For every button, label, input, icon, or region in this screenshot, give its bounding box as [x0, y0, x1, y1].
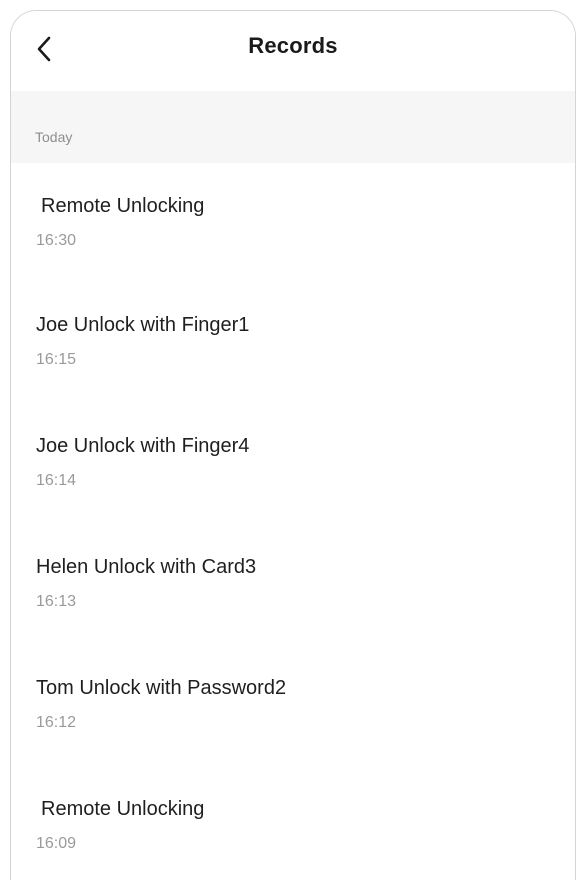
record-item[interactable]: Helen Unlock with Card3 16:13	[11, 524, 575, 645]
record-title: Tom Unlock with Password2	[36, 677, 287, 699]
record-time: 16:30	[36, 232, 77, 249]
record-item[interactable]: Tom Unlock with Password2 16:12	[11, 645, 575, 766]
record-title: Joe Unlock with Finger1	[36, 314, 250, 336]
records-list: Remote Unlocking 16:30 Joe Unlock with F…	[11, 163, 575, 880]
record-title: Remote Unlocking	[41, 195, 205, 217]
record-time: 16:15	[36, 351, 77, 368]
record-time: 16:14	[36, 472, 77, 489]
records-screen: Records Today Remote Unlocking 16:30 Joe…	[10, 10, 576, 880]
page-title: Records	[248, 33, 338, 58]
record-item[interactable]: Remote Unlocking 16:30	[11, 163, 575, 282]
record-time: 16:09	[36, 835, 77, 852]
section-header-today: Today	[11, 91, 575, 163]
record-time: 16:13	[36, 593, 77, 610]
header-bar: Records	[11, 11, 575, 91]
record-item[interactable]: Joe Unlock with Finger1 16:15	[11, 282, 575, 403]
record-title: Remote Unlocking	[41, 798, 205, 820]
record-item[interactable]: Joe Unlock with Finger4 16:14	[11, 403, 575, 524]
record-time: 16:12	[36, 714, 77, 731]
record-item[interactable]: Remote Unlocking 16:09	[11, 766, 575, 880]
section-label: Today	[35, 129, 73, 145]
record-title: Joe Unlock with Finger4	[36, 435, 250, 457]
record-title: Helen Unlock with Card3	[36, 556, 257, 578]
